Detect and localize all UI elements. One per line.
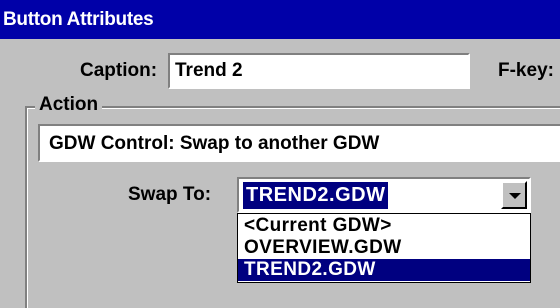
action-value: GDW Control: Swap to another GDW: [49, 133, 380, 154]
caption-value: Trend 2: [175, 60, 243, 81]
action-group-label: Action: [35, 94, 103, 116]
swap-to-dropdown-list: <Current GDW> OVERVIEW.GDW TREND2.GDW: [237, 213, 531, 283]
action-select[interactable]: GDW Control: Swap to another GDW: [38, 124, 560, 162]
swap-to-value: TREND2.GDW: [243, 182, 389, 209]
swap-to-label: Swap To:: [128, 184, 212, 205]
fkey-label: F-key:: [498, 60, 554, 81]
chevron-down-icon[interactable]: [501, 181, 527, 209]
caption-input[interactable]: Trend 2: [168, 53, 470, 89]
list-item-overview-gdw[interactable]: OVERVIEW.GDW: [238, 237, 530, 259]
caption-label: Caption:: [80, 60, 158, 81]
swap-to-combobox[interactable]: TREND2.GDW: [237, 177, 531, 213]
dialog-title: Button Attributes: [3, 9, 154, 30]
dialog-titlebar[interactable]: Button Attributes: [0, 0, 560, 39]
list-item-trend2-gdw[interactable]: TREND2.GDW: [238, 259, 530, 281]
list-item-current-gdw[interactable]: <Current GDW>: [238, 215, 530, 237]
